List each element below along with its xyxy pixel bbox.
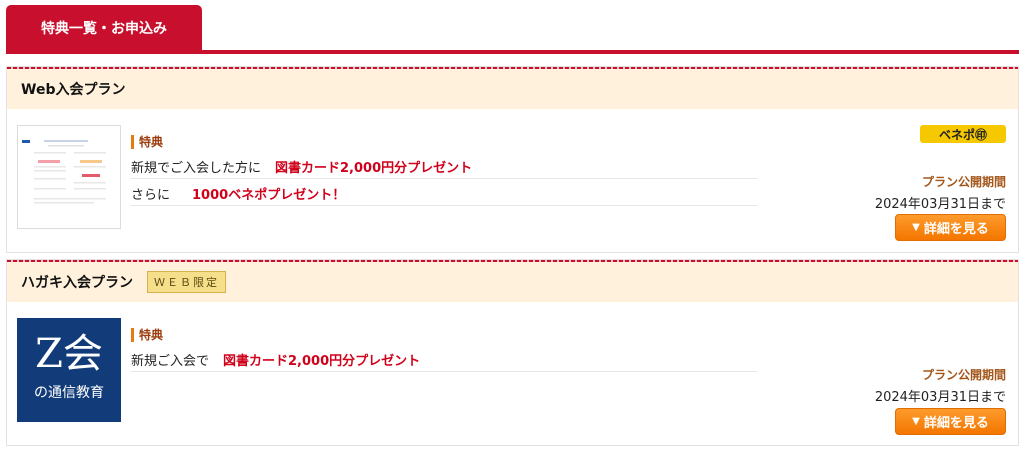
document-preview-icon	[22, 138, 116, 212]
card-header: ハガキ入会プラン ＷＥＢ限定	[7, 262, 1018, 302]
plan-title: ハガキ入会プラン	[21, 275, 133, 291]
zkai-logo-tagline: の通信教育	[34, 385, 104, 401]
period-label: プラン公開期間	[921, 368, 1006, 382]
benefit-row: 新規ご入会で 図書カード2,000円分プレゼント	[131, 347, 757, 372]
benepo-points-logo: ベネポ㊞	[920, 125, 1006, 143]
details-button[interactable]: ▼ 詳細を見る	[895, 214, 1006, 241]
benefit-highlight: 図書カード2,000円分プレゼント	[223, 353, 421, 369]
period-label: プラン公開期間	[921, 175, 1006, 189]
benefit-highlight: 1000ベネポプレゼント！	[192, 187, 346, 203]
period-date: 2024年03月31日まで	[874, 197, 1006, 212]
web-only-badge: ＷＥＢ限定	[147, 271, 226, 293]
details-button-label: 詳細を見る	[923, 416, 989, 431]
tab-bar: 特典一覧・お申込み	[0, 0, 1024, 56]
triangle-down-icon: ▼	[912, 222, 920, 233]
details-button-label: 詳細を見る	[923, 222, 989, 237]
triangle-down-icon: ▼	[912, 416, 920, 427]
benefit-highlight: 図書カード2,000円分プレゼント	[275, 160, 473, 176]
benefit-label: 特典	[131, 135, 757, 149]
benefit-row: さらに 1000ベネポプレゼント！	[131, 181, 757, 206]
period-date: 2024年03月31日まで	[874, 390, 1006, 405]
tab-label: 特典一覧・お申込み	[41, 20, 167, 37]
zkai-logo-mark: Z会	[35, 331, 103, 377]
details-button[interactable]: ▼ 詳細を見る	[895, 408, 1006, 435]
benefit-lead: 新規でご入会した方に	[131, 160, 262, 176]
tab-underline	[6, 50, 1019, 54]
tab-benefits-apply[interactable]: 特典一覧・お申込み	[6, 5, 202, 50]
plan-card-postcard: ハガキ入会プラン ＷＥＢ限定 Z会 の通信教育 特典 新規ご入会で 図書カード2…	[6, 259, 1019, 446]
card-header: Web入会プラン	[7, 69, 1018, 109]
benefit-lead: さらに	[131, 187, 171, 203]
plan-title: Web入会プラン	[21, 82, 126, 98]
benefit-lead: 新規ご入会で	[131, 353, 210, 369]
benefit-info: 特典 新規ご入会で 図書カード2,000円分プレゼント	[131, 328, 757, 372]
zkai-logo[interactable]: Z会 の通信教育	[17, 318, 121, 422]
benefit-info: 特典 新規でご入会した方に 図書カード2,000円分プレゼント さらに 1000…	[131, 135, 757, 206]
benefit-label: 特典	[131, 328, 757, 342]
plan-card-web: Web入会プラン 特典 新規でご入会した方に 図書カード2,000円分プレゼント…	[6, 66, 1019, 253]
benefit-row: 新規でご入会した方に 図書カード2,000円分プレゼント	[131, 154, 757, 179]
plan-thumbnail[interactable]	[17, 125, 121, 229]
